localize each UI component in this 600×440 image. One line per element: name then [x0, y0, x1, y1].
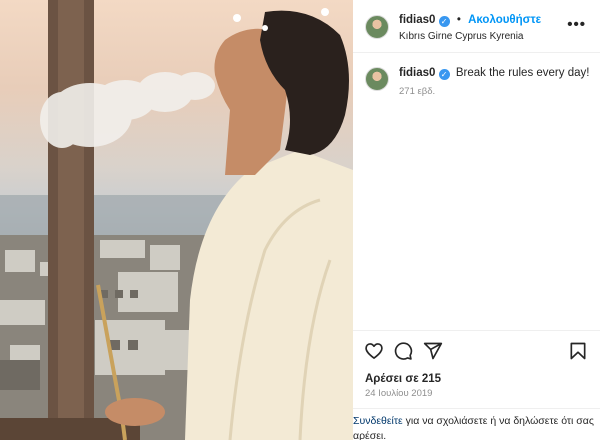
post-header: fidias0 ✓ • Ακολουθήστε Kıbrıs Girne Cyp…: [353, 0, 600, 53]
post-date[interactable]: 24 Ιουλίου 2019: [365, 388, 432, 399]
post-photo[interactable]: [0, 0, 353, 440]
caption-line: fidias0 ✓ Break the rules every day!: [399, 67, 589, 80]
verified-badge-icon: ✓: [438, 16, 450, 27]
caption-username[interactable]: fidias0: [399, 67, 435, 79]
follow-button[interactable]: Ακολουθήστε: [468, 14, 541, 26]
heart-icon[interactable]: [364, 341, 384, 361]
action-panel: Αρέσει σε 215 24 Ιουλίου 2019 Συνδεθείτε…: [353, 330, 600, 440]
location-link[interactable]: Kıbrıs Girne Cyprus Kyrenia: [399, 31, 524, 42]
more-options-icon[interactable]: •••: [567, 16, 586, 33]
login-prompt: Συνδεθείτε για να σχολιάσετε ή να δηλώσε…: [353, 408, 600, 440]
caption-text: Break the rules every day!: [455, 67, 590, 79]
paper-plane-icon[interactable]: [423, 341, 443, 361]
header-user-line: fidias0 ✓ • Ακολουθήστε: [399, 14, 541, 27]
verified-badge-icon: ✓: [438, 69, 450, 80]
avatar[interactable]: [365, 15, 389, 39]
separator-dot: •: [456, 14, 461, 26]
comment-icon[interactable]: [393, 341, 413, 361]
likes-count[interactable]: Αρέσει σε 215: [365, 373, 441, 385]
caption-avatar[interactable]: [365, 67, 389, 91]
post-sidebar: fidias0 ✓ • Ακολουθήστε Kıbrıs Girne Cyp…: [353, 0, 600, 440]
caption-age[interactable]: 271 εβδ.: [399, 86, 435, 97]
login-link[interactable]: Συνδεθείτε: [353, 415, 403, 427]
bookmark-icon[interactable]: [568, 341, 588, 361]
photo-scene: [0, 0, 353, 440]
username-link[interactable]: fidias0: [399, 14, 435, 26]
